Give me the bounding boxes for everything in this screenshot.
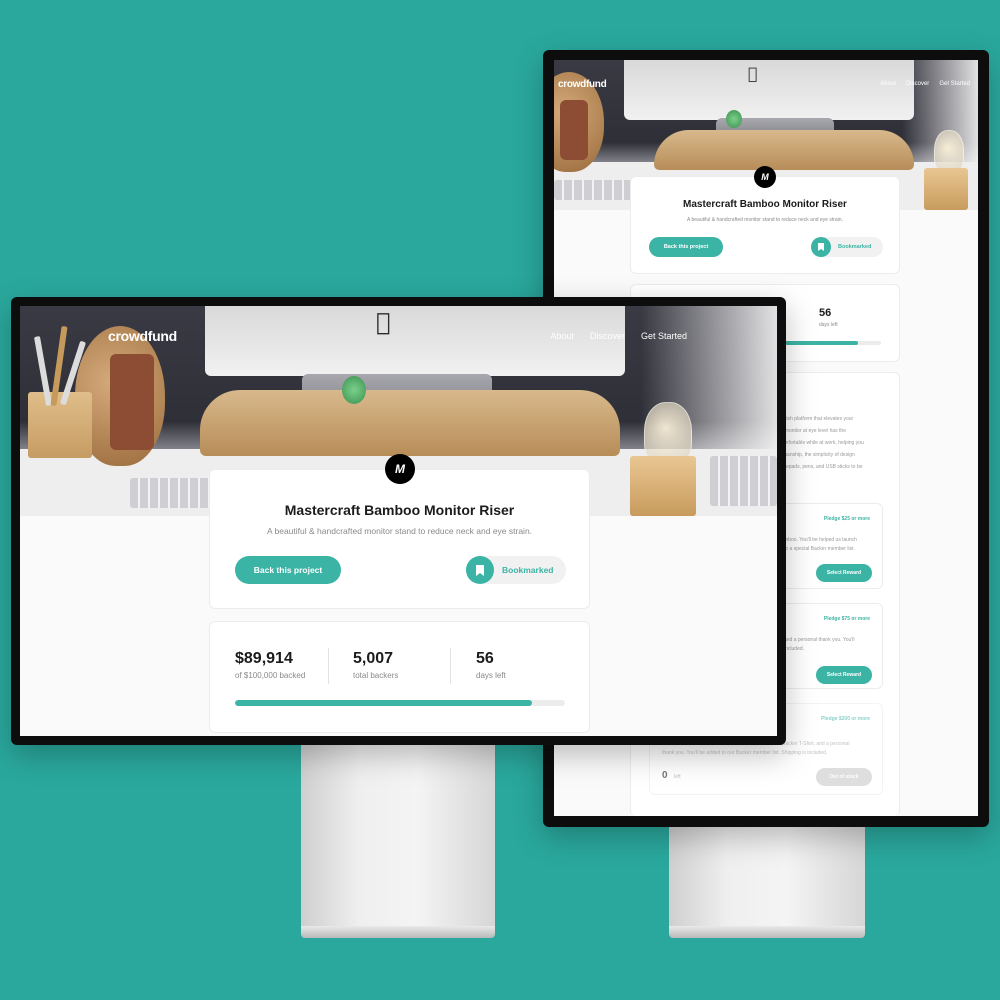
mastercraft-logo-icon: M (385, 454, 415, 484)
nav-about[interactable]: About (550, 331, 574, 341)
nav-get-started[interactable]: Get Started (641, 331, 687, 341)
nav-about[interactable]: About (880, 81, 896, 87)
progress-fill (235, 700, 532, 706)
back-monitor-stand (669, 826, 865, 930)
bookmark-button[interactable]: Bookmarked (466, 556, 566, 584)
nav-menu: About Discover Get Started (550, 331, 687, 341)
bookmark-label: Bookmarked (838, 244, 872, 250)
out-of-stock-button[interactable]: Out of stock (816, 768, 872, 786)
back-navbar: crowdfund About Discover Get Started (554, 76, 978, 92)
front-navbar: crowdfund About Discover Get Started (20, 327, 777, 345)
front-monitor-stand (301, 744, 495, 930)
nav-get-started[interactable]: Get Started (939, 81, 970, 87)
bamboo-riser (654, 130, 914, 170)
lamp-base (630, 456, 696, 516)
back-monitor-stand-foot (669, 926, 865, 938)
front-stats-card: $89,914 of $100,000 backed 5,007 total b… (209, 621, 590, 733)
bamboo-riser (200, 390, 620, 456)
lamp-base (924, 168, 968, 210)
reward-text: mboo. You'll be helped us launch to a sp… (784, 537, 857, 552)
about-text: stylish platform that elevates your ur m… (779, 416, 864, 470)
logo[interactable]: crowdfund (558, 79, 607, 90)
select-reward-button[interactable]: Select Reward (816, 666, 872, 684)
stat-divider (328, 648, 329, 684)
reward-pledge: Pledge $75 or more (823, 616, 870, 622)
select-reward-button[interactable]: Select Reward (816, 564, 872, 582)
project-subtitle: A beautiful & handcrafted monitor stand … (266, 526, 533, 536)
stat-days: 56 days left (476, 650, 506, 680)
keyboard (130, 478, 216, 508)
stat-days: 56 days left (819, 307, 838, 328)
nav-discover[interactable]: Discover (590, 331, 625, 341)
stat-divider (450, 648, 451, 684)
front-monitor:  crowdfund About Discover Get Started M… (11, 297, 786, 745)
back-project-card: M Mastercraft Bamboo Monitor Riser A bea… (630, 166, 900, 274)
stat-backed: $89,914 of $100,000 backed (235, 650, 306, 680)
nav-menu: About Discover Get Started (880, 81, 970, 87)
keyboard (710, 456, 777, 506)
reward-left-label: left (674, 774, 681, 780)
project-title: Mastercraft Bamboo Monitor Riser (284, 502, 515, 518)
bookmark-label: Bookmarked (502, 565, 554, 575)
front-monitor-stand-foot (301, 926, 495, 938)
nav-discover[interactable]: Discover (906, 81, 929, 87)
front-project-card: M Mastercraft Bamboo Monitor Riser A bea… (209, 454, 590, 609)
toy-figure (342, 376, 366, 404)
speaker (560, 100, 588, 160)
back-project-button[interactable]: Back this project (235, 556, 341, 584)
mastercraft-logo-icon: M (754, 166, 776, 188)
front-monitor-screen:  crowdfund About Discover Get Started M… (20, 306, 777, 736)
project-subtitle: A beautiful & handcrafted monitor stand … (687, 217, 843, 223)
reward-pledge: Pledge $25 or more (823, 516, 870, 522)
reward-left-count: 0 (662, 770, 668, 781)
project-title: Mastercraft Bamboo Monitor Riser (683, 199, 847, 210)
reward-pledge: Pledge $200 or more (821, 716, 870, 722)
back-project-button[interactable]: Back this project (649, 237, 723, 257)
logo[interactable]: crowdfund (108, 328, 177, 344)
progress-bar (235, 700, 565, 706)
bookmark-icon (811, 237, 831, 257)
bookmark-button[interactable]: Bookmarked (811, 237, 883, 257)
reward-text: and a personal thank you. You'll include… (784, 637, 855, 652)
bookmark-icon (466, 556, 494, 584)
speaker (110, 354, 154, 450)
stat-backers: 5,007 total backers (353, 650, 399, 680)
toy-figure (726, 110, 742, 128)
